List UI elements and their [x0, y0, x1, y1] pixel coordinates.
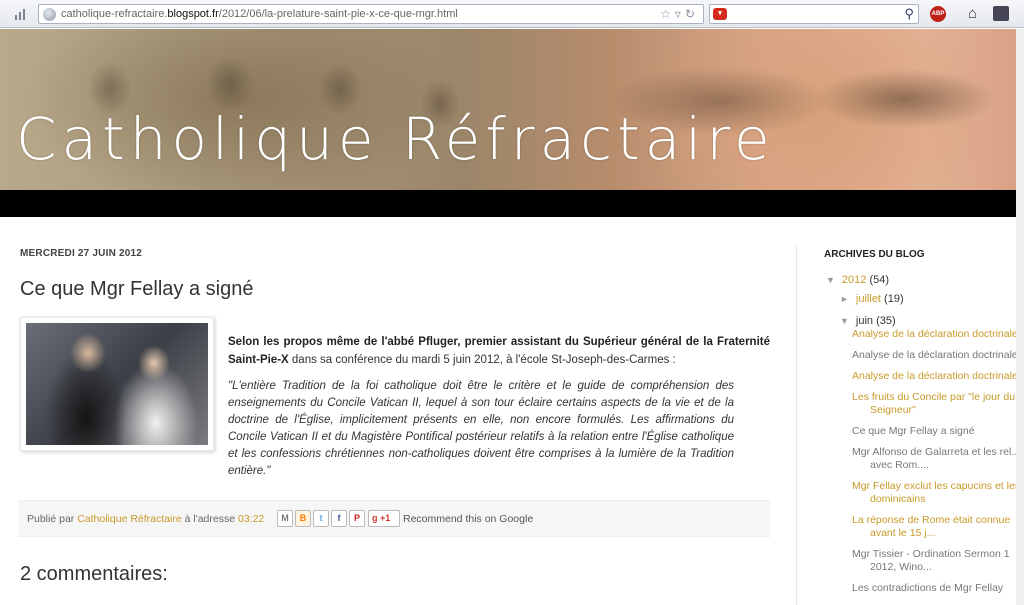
archive-post-list: Analyse de la déclaration doctrinale Anal…	[852, 328, 1024, 603]
archive-post-link[interactable]: Analyse de la déclaration doctrinale	[852, 370, 1024, 383]
reload-icon: ↻	[684, 7, 699, 21]
comments-heading: 2 commentaires:	[20, 563, 168, 585]
post-title[interactable]: Ce que Mgr Fellay a signé	[20, 278, 253, 301]
post-footer: Publié par Catholique Réfractaire à l'ad…	[18, 500, 770, 537]
expanded-arrow-icon[interactable]: ▼	[840, 316, 849, 326]
archive-year[interactable]: ▼ 2012 (54)	[826, 274, 889, 286]
archive-month-juillet[interactable]: ► juillet (19)	[840, 293, 904, 305]
adblock-icon[interactable]: ABP	[930, 6, 946, 22]
archive-post-link[interactable]: Mgr Alfonso de Galarreta et les rel... av…	[852, 446, 1024, 472]
gplus-button[interactable]: g +1	[368, 510, 400, 527]
archive-heading: ARCHIVES DU BLOG	[824, 249, 925, 260]
archive-post-link[interactable]: Ce que Mgr Fellay a signé	[852, 425, 1024, 438]
site-identity-icon[interactable]	[43, 8, 56, 21]
recommend-text: Recommend this on Google	[403, 513, 534, 525]
month-link-juillet[interactable]: juillet	[856, 293, 881, 305]
header-bar	[0, 190, 1024, 217]
archive-post-link[interactable]: Mgr Tissier - Ordination Sermon 1 2012, W…	[852, 548, 1024, 574]
twitter-share-icon[interactable]: t	[313, 510, 329, 527]
gplus-icon: g	[372, 513, 378, 523]
home-icon[interactable]: ⌂	[968, 5, 977, 22]
intro-rest: dans sa conférence du mardi 5 juin 2012,…	[288, 354, 676, 366]
collapsed-arrow-icon[interactable]: ►	[840, 294, 849, 304]
post-intro: Selon les propos même de l'abbé Pfluger,…	[228, 333, 770, 369]
post-time-link[interactable]: 03:22	[238, 513, 264, 525]
search-input[interactable]: ▾ ⚲	[709, 4, 919, 24]
archive-post-link[interactable]: Analyse de la déclaration doctrinale	[852, 328, 1024, 341]
archive-post-link[interactable]: La réponse de Rome était connue avant le …	[852, 514, 1024, 540]
pinterest-share-icon[interactable]: P	[349, 510, 365, 527]
year-link[interactable]: 2012	[842, 274, 866, 286]
browser-toolbar: catholique-refractaire.blogspot.fr/2012/…	[0, 0, 1024, 28]
search-engine-icon[interactable]: ▾	[713, 8, 727, 20]
blog-title[interactable]: Catholique Réfractaire	[16, 105, 775, 173]
month-label-juin[interactable]: juin	[856, 315, 873, 327]
post-quote: "L'entière Tradition de la foi catholiqu…	[228, 380, 734, 477]
expanded-arrow-icon[interactable]: ▼	[826, 275, 835, 285]
search-icon[interactable]: ⚲	[904, 6, 914, 22]
archive-post-link[interactable]: Les fruits du Concile par "le jour du Sei…	[852, 391, 1024, 417]
url-actions[interactable]: ☆▿↻	[660, 7, 699, 21]
email-share-icon[interactable]: M	[277, 510, 293, 527]
post-photo[interactable]	[26, 323, 208, 445]
star-icon: ☆	[660, 7, 675, 21]
facebook-share-icon[interactable]: f	[331, 510, 347, 527]
archive-month-juin[interactable]: ▼ juin (35)	[840, 315, 896, 327]
archive-post-link[interactable]: Les contradictions de Mgr Fellay	[852, 582, 1024, 595]
dropdown-icon: ▿	[674, 7, 685, 21]
extension-icon[interactable]	[993, 6, 1009, 21]
post-image-frame[interactable]	[20, 317, 214, 451]
archive-post-link[interactable]: Analyse de la déclaration doctrinale	[852, 349, 1024, 362]
archive-post-link[interactable]: Mgr Fellay exclut les capucins et les dom…	[852, 480, 1024, 506]
bars-icon[interactable]	[14, 7, 28, 21]
author-link[interactable]: Catholique Réfractaire	[77, 513, 181, 525]
blog-this-icon[interactable]: B	[295, 510, 311, 527]
blog-archive-sidebar: ARCHIVES DU BLOG ▼ 2012 (54) ► juillet (19…	[824, 246, 1024, 605]
scrollbar[interactable]	[1016, 29, 1024, 605]
address-bar[interactable]: catholique-refractaire.blogspot.fr/2012/…	[38, 4, 704, 24]
post-date: MERCREDI 27 JUIN 2012	[20, 248, 143, 259]
post-byline: Publié par Catholique Réfractaire à l'ad…	[27, 513, 265, 525]
url-text[interactable]: catholique-refractaire.blogspot.fr/2012/…	[61, 8, 458, 20]
blog-header-banner[interactable]: Catholique Réfractaire	[0, 29, 1024, 190]
column-divider	[796, 246, 797, 605]
